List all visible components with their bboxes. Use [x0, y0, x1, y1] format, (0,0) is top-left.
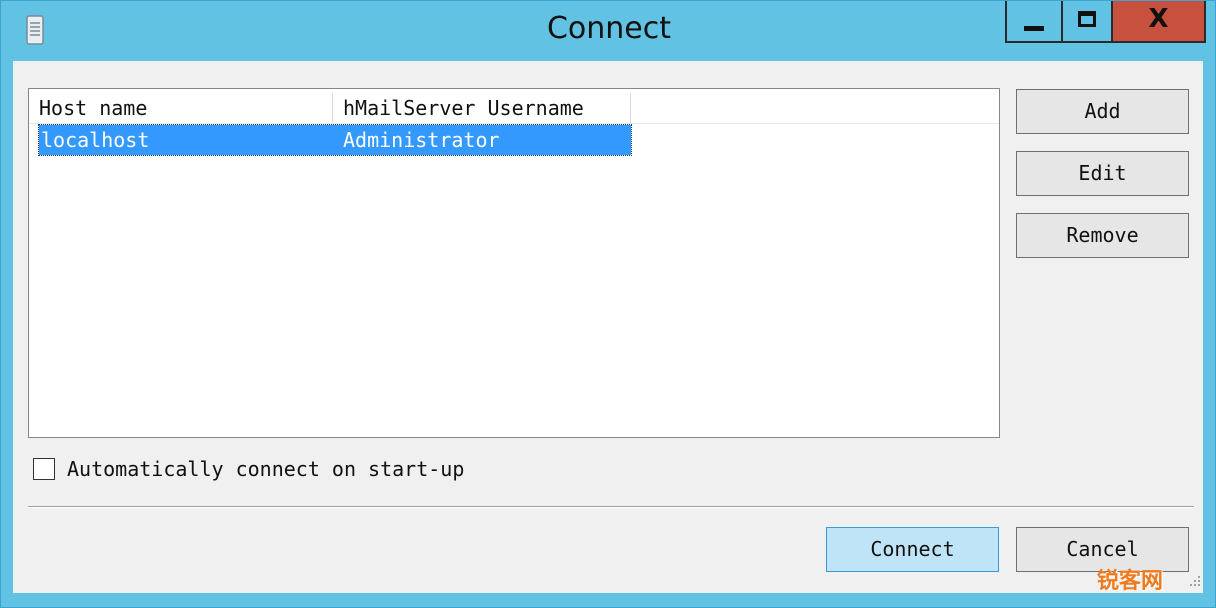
username-cell: Administrator: [343, 128, 500, 152]
add-button[interactable]: Add: [1016, 89, 1189, 134]
auto-connect-label[interactable]: Automatically connect on start-up: [67, 455, 464, 483]
connect-button[interactable]: Connect: [826, 527, 999, 572]
close-button[interactable]: X: [1111, 1, 1206, 43]
auto-connect-checkbox[interactable]: [33, 458, 55, 480]
list-item[interactable]: localhost Administrator: [38, 124, 632, 156]
close-icon: X: [1148, 4, 1169, 34]
resize-grip-icon[interactable]: [1187, 573, 1201, 587]
maximize-button[interactable]: [1061, 1, 1111, 43]
connect-window: Connect X Host name hMailServer Username…: [0, 0, 1216, 608]
column-header-username[interactable]: hMailServer Username: [333, 93, 631, 123]
maximize-icon: [1078, 11, 1096, 27]
minimize-button[interactable]: [1005, 1, 1061, 43]
watermark: 锐客网: [1097, 569, 1164, 594]
minimize-icon: [1024, 26, 1044, 31]
column-header-host-name[interactable]: Host name: [29, 93, 333, 123]
remove-button[interactable]: Remove: [1016, 213, 1189, 258]
separator: [28, 506, 1194, 508]
server-list[interactable]: Host name hMailServer Username localhost…: [28, 88, 1000, 438]
dialog-body: Host name hMailServer Username localhost…: [13, 61, 1203, 594]
header-divider: [29, 123, 999, 124]
title-bar[interactable]: Connect X: [1, 1, 1216, 61]
host-name-cell: localhost: [41, 128, 150, 152]
edit-button[interactable]: Edit: [1016, 151, 1189, 196]
